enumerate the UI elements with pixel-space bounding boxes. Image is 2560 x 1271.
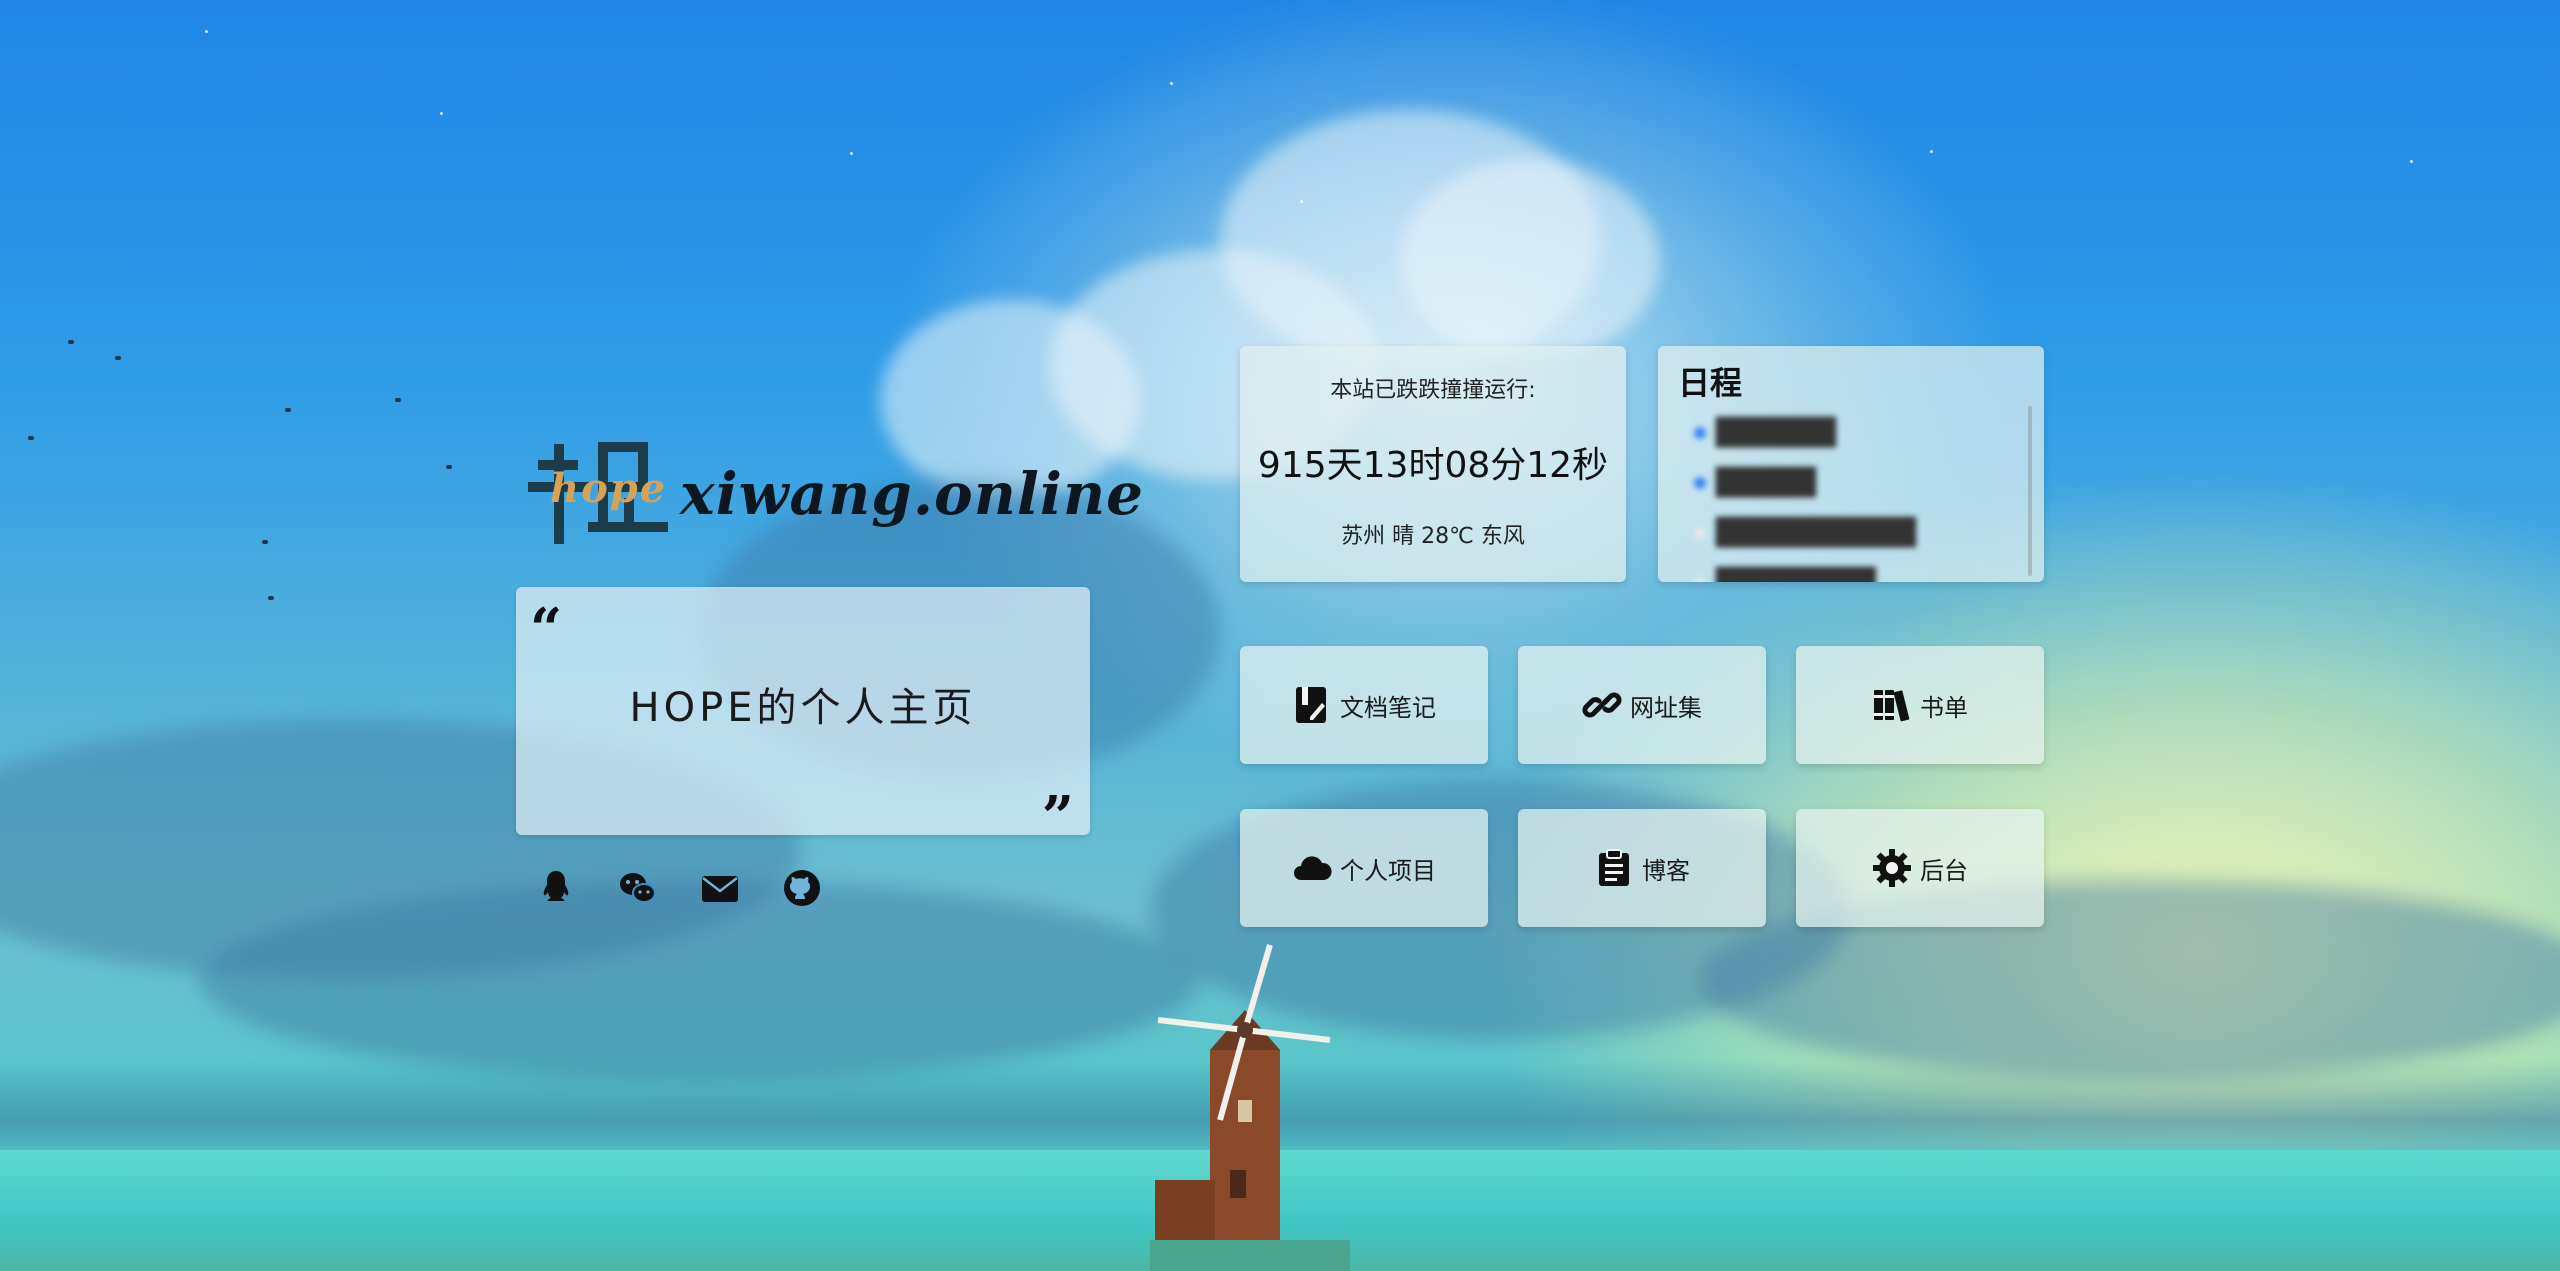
wechat-icon [620,873,656,903]
star [1930,150,1933,153]
booklist-label: 书单 [1920,693,1968,722]
schedule-title: 日程 [1678,364,1743,402]
social-links [534,866,824,914]
schedule-dot-icon [1694,427,1706,439]
uptime-counter: 915天13时08分12秒 [1257,445,1609,486]
booklist-button[interactable]: 书单 [1796,646,2044,764]
schedule-scrollbar[interactable] [2028,406,2032,576]
schedule-item-text: ████████ [1716,568,1876,582]
bird [262,540,268,544]
mail-icon [702,876,738,902]
gear-icon [1873,849,1911,887]
bird [285,408,291,412]
star [205,30,208,33]
uptime-card: 本站已跌跌撞撞运行: 915天13时08分12秒 苏州 晴 28℃ 东风 [1240,346,1626,582]
schedule-dot-icon [1694,477,1706,489]
weather-info: 苏州 晴 28℃ 东风 [1341,524,1525,549]
bird [115,356,121,360]
bookmarks-label: 网址集 [1630,693,1702,722]
schedule-item: ████████ [1694,558,2034,582]
schedule-item-text: ██████ [1716,418,1836,448]
clipboard-icon [1599,849,1629,886]
projects-label: 个人项目 [1340,856,1436,885]
schedule-dot-icon [1694,527,1706,539]
bird [446,465,452,469]
email-link[interactable] [698,866,742,910]
blog-label: 博客 [1642,856,1690,885]
wechat-link[interactable] [616,866,660,910]
blog-button[interactable]: 博客 [1518,809,1766,927]
star [2410,160,2413,163]
cloud-decoration [1400,160,1660,360]
notes-button[interactable]: 文档笔记 [1240,646,1488,764]
intro-text: HOPE的个人主页 [629,685,977,731]
bird [68,340,74,344]
bird [268,596,274,600]
schedule-item: █████ [1694,458,2034,508]
schedule-item-text: ██████████ [1716,518,1916,548]
github-link[interactable] [780,866,824,910]
bird [28,436,34,440]
uptime-label: 本站已跌跌撞撞运行: [1330,378,1536,403]
schedule-list[interactable]: ██████ █████ ██████████ ████████ [1694,408,2034,582]
admin-label: 后台 [1920,856,1968,885]
quote-close-mark: ” [1041,784,1074,850]
bird [395,398,401,402]
notes-label: 文档笔记 [1340,693,1436,722]
intro-quote-card: “ HOPE的个人主页 ” [516,587,1090,845]
schedule-card: 日程 ██████ █████ ██████████ ████████ [1658,346,2044,582]
site-logo[interactable]: hope xiwang.online [520,430,1143,560]
bookmarks-button[interactable]: 网址集 [1518,646,1766,764]
qq-icon [543,871,569,901]
projects-button[interactable]: 个人项目 [1240,809,1488,927]
star [440,112,443,115]
windmill-illustration [1150,940,1350,1271]
logo-domain-text: xiwang.online [680,460,1145,528]
logo-hope-text: hope [550,465,668,512]
star [1170,82,1173,85]
books-icon [1874,690,1910,722]
qq-link[interactable] [534,866,578,910]
schedule-item: ██████ [1694,408,2034,458]
page-background: hope xiwang.online “ HOPE的个人主页 ” 本站已跌跌撞撞… [0,0,2560,1271]
cloud-icon [1294,856,1332,880]
star [850,152,853,155]
quote-open-mark: “ [530,596,563,662]
admin-button[interactable]: 后台 [1796,809,2044,927]
star [1300,200,1303,203]
schedule-item-text: █████ [1716,468,1816,498]
github-icon [784,870,820,906]
link-icon [1582,692,1622,718]
schedule-dot-icon [1694,577,1706,582]
schedule-item: ██████████ [1694,508,2034,558]
notebook-icon [1296,687,1326,723]
